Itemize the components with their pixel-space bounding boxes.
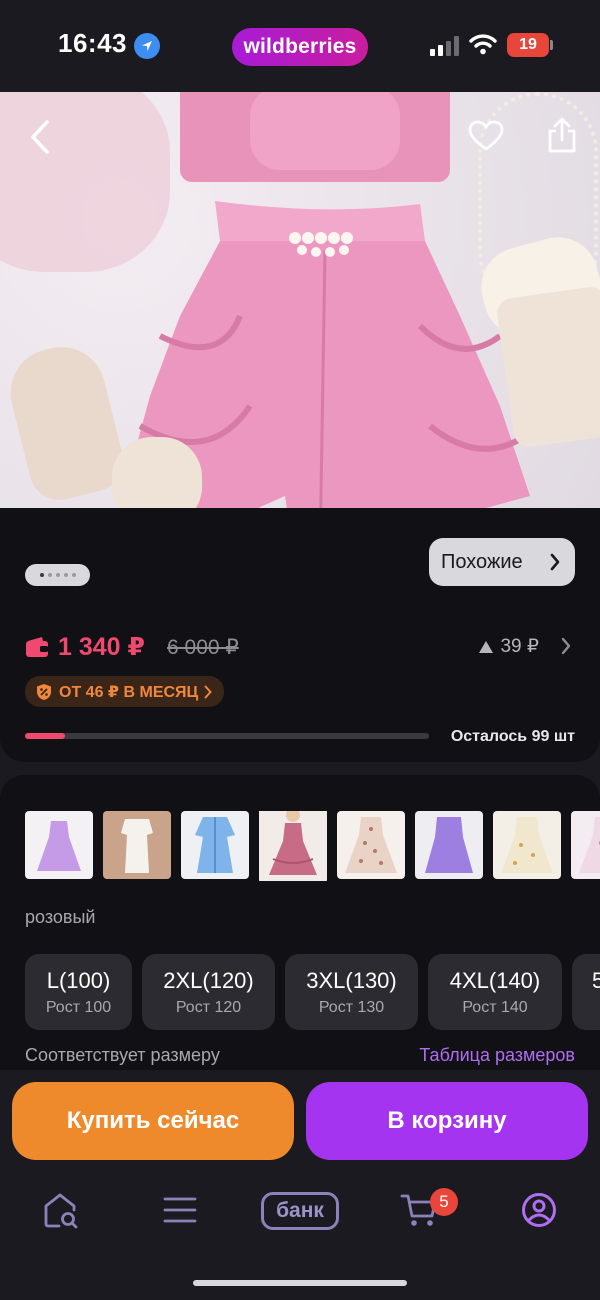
selected-color-label: розовый xyxy=(25,907,96,927)
thumbnail-purple-dress[interactable] xyxy=(415,811,483,879)
lilac-tulle-dress-icon xyxy=(37,821,81,871)
pager-dot xyxy=(71,573,76,577)
profile-icon xyxy=(522,1193,556,1227)
floral-dress-icon xyxy=(345,817,397,873)
size-option[interactable]: 4XL(140) Рост 140 xyxy=(428,954,562,1030)
shield-discount-icon xyxy=(37,683,51,700)
image-pager-dots[interactable] xyxy=(25,564,90,586)
size-label: 4XL(140) xyxy=(449,968,541,993)
color-thumbnails[interactable] xyxy=(25,811,600,881)
nav-catalog[interactable] xyxy=(160,1180,200,1240)
stock-progress-bar xyxy=(25,733,429,739)
old-price: 6 000 ₽ xyxy=(167,636,239,659)
pager-dot xyxy=(55,573,60,577)
size-label: 5 xyxy=(592,968,600,993)
price-change[interactable]: 39 ₽ xyxy=(478,635,539,658)
pink-ruffle-dress-icon xyxy=(269,811,317,875)
back-button[interactable] xyxy=(22,114,58,160)
wifi-icon xyxy=(469,33,497,60)
size-height: Рост 130 xyxy=(318,999,385,1016)
bottom-navigation: банк 5 xyxy=(0,1180,600,1250)
status-bar: 16:43 wildberries 19 xyxy=(0,0,600,92)
price-row: 1 340 ₽ 6 000 ₽ 39 ₽ xyxy=(25,632,575,664)
heart-icon xyxy=(468,120,504,151)
location-arrow-icon xyxy=(134,33,160,59)
share-icon xyxy=(548,117,576,153)
bottom-panel: Купить сейчас В корзину банк 5 xyxy=(0,1070,600,1300)
size-label: 3XL(130) xyxy=(306,968,397,993)
chevron-left-icon xyxy=(31,120,49,154)
current-price: 1 340 ₽ xyxy=(58,633,145,661)
stock-remaining: Осталось 99 шт xyxy=(450,728,575,745)
favorite-button[interactable] xyxy=(466,116,506,156)
photo-shoe-right xyxy=(112,437,202,508)
size-option[interactable]: L(100) Рост 100 xyxy=(25,954,132,1030)
nav-profile[interactable] xyxy=(518,1180,560,1240)
installment-label: ОТ 46 ₽ В МЕСЯЦ xyxy=(59,683,199,701)
add-to-cart-button[interactable]: В корзину xyxy=(306,1082,588,1160)
share-button[interactable] xyxy=(542,114,582,156)
thumbnail-floral-dress[interactable] xyxy=(337,811,405,879)
size-height: Рост 120 xyxy=(175,999,242,1016)
size-height: Рост 140 xyxy=(462,999,528,1016)
blue-blazer-dress-icon xyxy=(195,817,235,873)
cart-count-badge: 5 xyxy=(430,1188,458,1216)
triangle-up-icon xyxy=(479,640,494,653)
wallet-icon xyxy=(26,637,48,657)
chevron-right-icon xyxy=(204,685,213,698)
app-badge[interactable]: wildberries xyxy=(232,28,368,66)
status-time: 16:43 xyxy=(58,28,127,58)
battery-indicator: 19 xyxy=(507,33,549,57)
thumbnail-pink-floral-dress[interactable] xyxy=(571,811,600,879)
similar-label: Похожие xyxy=(441,550,523,573)
menu-icon xyxy=(163,1197,197,1223)
white-dress-icon xyxy=(121,819,153,873)
chevron-right-icon xyxy=(561,637,571,655)
photo-bow xyxy=(250,92,400,170)
similar-products-button[interactable]: Похожие xyxy=(429,538,575,586)
home-search-icon xyxy=(44,1193,78,1229)
cream-floral-dress-icon xyxy=(501,817,553,873)
home-indicator[interactable] xyxy=(193,1280,407,1286)
size-table-link[interactable]: Таблица размеров xyxy=(419,1045,575,1066)
thumbnail-cream-dress[interactable] xyxy=(493,811,561,879)
product-summary-card: Похожие 1 340 ₽ 6 000 ₽ 39 ₽ ОТ 46 ₽ В М… xyxy=(0,508,600,762)
size-option[interactable]: 2XL(120) Рост 120 xyxy=(142,954,275,1030)
size-label: L(100) xyxy=(46,968,111,993)
size-height: Рост 100 xyxy=(45,999,112,1016)
thumbnail-white-dress[interactable] xyxy=(103,811,171,879)
stock-progress-fill xyxy=(25,733,65,739)
thumbnail-lilac-dress[interactable] xyxy=(25,811,93,879)
nav-home[interactable] xyxy=(40,1180,82,1240)
price-change-value: 39 ₽ xyxy=(500,636,539,657)
size-label: 2XL(120) xyxy=(163,968,254,993)
product-photo[interactable] xyxy=(0,92,600,508)
nav-bank[interactable]: банк xyxy=(261,1192,339,1230)
size-fit-note: Соответствует размеру xyxy=(25,1045,220,1065)
installment-badge[interactable]: ОТ 46 ₽ В МЕСЯЦ xyxy=(25,676,225,707)
pager-dot xyxy=(47,573,52,577)
buy-now-button[interactable]: Купить сейчас xyxy=(12,1082,294,1160)
size-option[interactable]: 3XL(130) Рост 130 xyxy=(285,954,418,1030)
variants-card: розовый L(100) Рост 100 2XL(120) Рост 12… xyxy=(0,775,600,1105)
pink-floral-dress-icon xyxy=(579,817,600,873)
size-selector[interactable]: L(100) Рост 100 2XL(120) Рост 120 3XL(13… xyxy=(25,954,600,1030)
photo-shoe-left xyxy=(1,337,130,507)
chevron-right-icon xyxy=(550,553,560,571)
pager-dot xyxy=(39,573,44,577)
thumbnail-pink-dress-selected[interactable] xyxy=(259,811,327,881)
pager-dot xyxy=(63,573,68,577)
cellular-signal-icon xyxy=(430,36,460,61)
battery-cap xyxy=(550,40,553,50)
size-option[interactable]: 5 xyxy=(572,954,600,1030)
purple-dress-icon xyxy=(425,817,473,873)
thumbnail-blue-dress[interactable] xyxy=(181,811,249,879)
